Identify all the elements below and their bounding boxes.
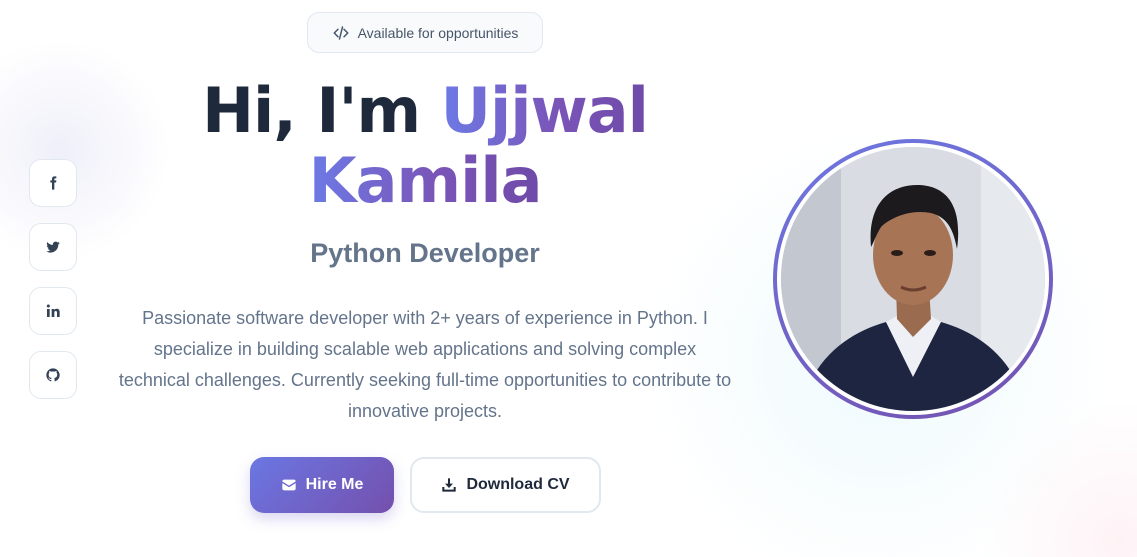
twitter-link[interactable] (29, 223, 77, 271)
profile-avatar (773, 139, 1053, 419)
availability-badge: Available for opportunities (307, 12, 543, 53)
download-icon (442, 478, 457, 492)
download-cv-button[interactable]: Download CV (410, 457, 601, 513)
first-name: Ujjwal (440, 74, 649, 147)
linkedin-link[interactable] (29, 287, 77, 335)
profile-photo (781, 147, 1045, 411)
twitter-icon (46, 241, 60, 253)
code-icon (333, 25, 349, 40)
linkedin-icon (46, 304, 60, 317)
badge-text: Available for opportunities (357, 24, 519, 41)
hire-me-label: Hire Me (305, 476, 364, 493)
facebook-icon (50, 176, 57, 190)
hire-me-button[interactable]: Hire Me (250, 457, 394, 513)
bio-text: Passionate software developer with 2+ ye… (118, 308, 732, 421)
github-link[interactable] (29, 351, 77, 399)
download-cv-label: Download CV (466, 476, 570, 493)
hero-section: Available for opportunities Hi, I'm Ujjw… (0, 0, 1137, 557)
hero-title: Hi, I'm Ujjwal Kamila (140, 76, 710, 216)
greeting-text: Hi, I'm (202, 74, 421, 147)
github-icon (46, 368, 60, 382)
facebook-link[interactable] (29, 159, 77, 207)
role-subtitle: Python Developer (310, 238, 540, 268)
person-portrait-icon (781, 147, 1045, 411)
last-name: Kamila (308, 144, 543, 217)
envelope-icon (281, 479, 296, 491)
